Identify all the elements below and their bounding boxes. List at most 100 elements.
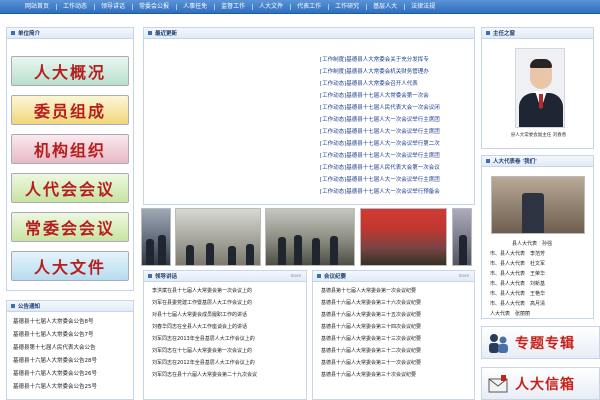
panel-header: 会议纪要 bbox=[313, 271, 474, 282]
speech-item[interactable]: 对县十七届人大常委会成员履职工作的讲话 bbox=[152, 311, 302, 318]
news-photo[interactable] bbox=[452, 208, 472, 266]
notice-item[interactable]: 基德县十七届人大常委会公告8号 bbox=[13, 317, 94, 325]
speech-item[interactable]: 刘军同志在2012年全县基层人大工作会议上的 bbox=[152, 359, 302, 366]
nav-item-grassroots[interactable]: 基层人大 bbox=[366, 0, 404, 14]
nav-item-laws[interactable]: 法律法规 bbox=[404, 0, 442, 14]
leader-speech-panel: 领导讲话 more 李洪斌在县十七届人大常委会第一次会议上的 刘军在县委党建工作… bbox=[143, 270, 307, 400]
notice-item[interactable]: 基德县十七届人大常委会公告7号 bbox=[13, 330, 94, 338]
intro-button-documents[interactable]: 人大文件 bbox=[11, 251, 129, 281]
nav-item-leader-speech[interactable]: 领导讲话 bbox=[94, 0, 132, 14]
bullet-square-icon bbox=[148, 274, 152, 278]
panel-title: 单位简介 bbox=[18, 31, 41, 37]
representative-line[interactable]: 市、县人大代表 王荣华 bbox=[490, 270, 545, 277]
speech-item[interactable]: 刘春华同志在全县人大工作座谈会上的讲话 bbox=[152, 323, 302, 330]
nav-item-deputies[interactable]: 代表工作 bbox=[290, 0, 328, 14]
person-figure bbox=[294, 235, 302, 265]
latest-item[interactable]: [工作动态]基德县十七届人民代表大会第一次会议 bbox=[320, 163, 470, 171]
representative-name: 县人大代表 孙强 bbox=[512, 241, 553, 247]
intro-button-organization[interactable]: 机构组织 bbox=[11, 134, 129, 164]
panel-header: 人大代表卷 '我们' bbox=[482, 156, 593, 167]
meeting-item[interactable]: 基德县十六届人大常委会第三十四次会议纪要 bbox=[321, 323, 471, 330]
representative-line[interactable]: 市、县人大代表 李范芳 bbox=[490, 250, 545, 257]
nav-item-documents[interactable]: 人大文件 bbox=[252, 0, 290, 14]
unit-intro-panel: 单位简介 人大概况 委员组成 机构组织 人代会会议 常委会会议 人大文件 bbox=[6, 27, 134, 291]
intro-button-members[interactable]: 委员组成 bbox=[11, 95, 129, 125]
panel-title: 最近更新 bbox=[155, 31, 178, 37]
meeting-item[interactable]: 基德县十六届人大常委会第三十二次会议纪要 bbox=[321, 347, 471, 354]
notice-item[interactable]: 基德县十六届人大常委会公告28号 bbox=[13, 356, 97, 364]
meeting-item[interactable]: 基德县十六届人大常委会第三十次会议纪要 bbox=[321, 371, 471, 378]
representative-line[interactable]: 市、县人大代表 刘新基 bbox=[490, 280, 545, 287]
news-photo[interactable] bbox=[141, 208, 171, 266]
mailbox-banner[interactable]: 人大信箱 bbox=[481, 367, 600, 400]
panel-header: 最近更新 bbox=[144, 28, 474, 39]
latest-item[interactable]: [工作动态]基德县十七届人大一次会议举行第二次 bbox=[320, 139, 470, 147]
news-photo[interactable] bbox=[360, 208, 447, 266]
nav-item-research[interactable]: 工作研究 bbox=[328, 0, 366, 14]
bullet-square-icon bbox=[317, 274, 321, 278]
latest-updates-panel: 最近更新 [工作制度]基德县人大常委会关于充分发挥专 [工作制度]基德县人大常委… bbox=[143, 27, 475, 205]
bullet-square-icon bbox=[486, 159, 490, 163]
mailbox-banner-label: 人大信箱 bbox=[515, 376, 575, 393]
latest-item[interactable]: [工作动态]基德县人大常委会召开人代表 bbox=[320, 79, 470, 87]
speech-item[interactable]: 李洪斌在县十七届人大常委会第一次会议上的 bbox=[152, 287, 302, 294]
director-caption: 县人大常委会副主任 刘春善 bbox=[510, 133, 567, 138]
topic-banner[interactable]: 专题专辑 bbox=[481, 326, 600, 359]
director-portrait[interactable] bbox=[515, 48, 565, 128]
latest-item[interactable]: [工作动态]基德县十七届人大一次会议举行主席团 bbox=[320, 127, 470, 135]
director-panel: 主任之窗 县人大常委会副主任 刘春善 bbox=[481, 27, 594, 149]
more-link[interactable]: more bbox=[459, 273, 469, 278]
meeting-minutes-panel: 会议纪要 more 基德县第十七届人大常委会第一次会议纪要 基德县十六届人大常委… bbox=[312, 270, 475, 400]
panel-title: 公告通知 bbox=[18, 304, 41, 310]
news-photo[interactable] bbox=[175, 208, 261, 266]
notice-item[interactable]: 基德县十六届人大常委会公告26号 bbox=[13, 369, 97, 377]
more-link[interactable]: more bbox=[291, 273, 301, 278]
speech-item[interactable]: 刘军同志在县十六届人大常委会第二十九次会议 bbox=[152, 371, 302, 378]
latest-item[interactable]: [工作动态]基德县十七届人大常委会第一次会 bbox=[320, 91, 470, 99]
meeting-item[interactable]: 基德县十六届人大常委会第三十一次会议纪要 bbox=[321, 359, 471, 366]
latest-item[interactable]: [工作动态]基德县十七届人大一次会议举行主席团 bbox=[320, 151, 470, 159]
latest-item[interactable]: [工作动态]基德县十七届人大一次会议举行主席团 bbox=[320, 175, 470, 183]
meeting-item[interactable]: 基德县十六届人大常委会第三十六次会议纪要 bbox=[321, 299, 471, 306]
bullet-square-icon bbox=[486, 31, 490, 35]
portrait-tie bbox=[539, 94, 543, 108]
panel-header: 领导讲话 bbox=[144, 271, 306, 282]
nav-item-appointments[interactable]: 人事任免 bbox=[176, 0, 214, 14]
nav-item-supervision[interactable]: 监督工作 bbox=[214, 0, 252, 14]
notice-item[interactable]: 基德县十六届人大常委会公告25号 bbox=[13, 382, 97, 390]
panel-title: 人大代表卷 '我们' bbox=[493, 159, 537, 165]
meeting-item[interactable]: 基德县十六届人大常委会第三十五次会议纪要 bbox=[321, 311, 471, 318]
nav-item-home[interactable]: 网站首页 bbox=[18, 0, 56, 14]
nav-item-bulletin[interactable]: 常委会公报 bbox=[132, 0, 176, 14]
speech-item[interactable]: 刘军在县委党建工作暨基层人大工作会议上的 bbox=[152, 299, 302, 306]
person-figure bbox=[206, 243, 214, 265]
representative-line[interactable]: 市、县人大代表 高月清 bbox=[490, 300, 545, 307]
person-figure bbox=[158, 235, 166, 265]
latest-item[interactable]: [工作制度]基德县人大常委会机关财务管理办 bbox=[320, 67, 470, 75]
intro-button-overview[interactable]: 人大概况 bbox=[11, 56, 129, 86]
panel-title: 领导讲话 bbox=[155, 274, 178, 280]
meeting-item[interactable]: 基德县第十七届人大常委会第一次会议纪要 bbox=[321, 287, 471, 294]
notices-panel: 公告通知 基德县十七届人大常委会公告8号 基德县十七届人大常委会公告7号 基德县… bbox=[6, 300, 134, 400]
top-nav: 网站首页 工作动态 领导讲话 常委会公报 人事任免 监督工作 人大文件 代表工作… bbox=[0, 0, 600, 14]
representative-line[interactable]: 市、县人大代表 杜文军 bbox=[490, 260, 545, 267]
speech-item[interactable]: 刘军同志在十七届人大常委会第一次会议上的 bbox=[152, 347, 302, 354]
latest-item[interactable]: [工作动态]基德县十七届人大一次会议举行主席团 bbox=[320, 115, 470, 123]
representative-line[interactable]: 人大代表 张丽丽 bbox=[490, 310, 530, 317]
speech-item[interactable]: 刘军同志在2013年全县基层人大工作会议上的 bbox=[152, 335, 302, 342]
nav-item-work-news[interactable]: 工作动态 bbox=[56, 0, 94, 14]
panel-header: 单位简介 bbox=[7, 28, 133, 39]
intro-button-congress-meetings[interactable]: 人代会会议 bbox=[11, 173, 129, 203]
latest-item[interactable]: [工作制度]基德县人大常委会关于充分发挥专 bbox=[320, 55, 470, 63]
latest-item[interactable]: [工作动态]基德县十七届人民代表大会一次会议闭 bbox=[320, 103, 470, 111]
latest-item[interactable]: [工作动态]基德县十七届人大一次会议举行预备会 bbox=[320, 187, 470, 195]
person-figure bbox=[312, 238, 320, 265]
representative-line[interactable]: 市、县人大代表 王艳华 bbox=[490, 290, 545, 297]
intro-button-committee-meetings[interactable]: 常委会会议 bbox=[11, 212, 129, 242]
meeting-item[interactable]: 基德县十六届人大常委会第三十三次会议纪要 bbox=[321, 335, 471, 342]
representative-photo[interactable] bbox=[491, 176, 585, 234]
news-photo[interactable] bbox=[265, 208, 355, 266]
topic-banner-label: 专题专辑 bbox=[515, 335, 575, 352]
notice-item[interactable]: 基德县第十七届人民代表大会公告 bbox=[13, 343, 96, 351]
person-figure bbox=[146, 239, 154, 265]
